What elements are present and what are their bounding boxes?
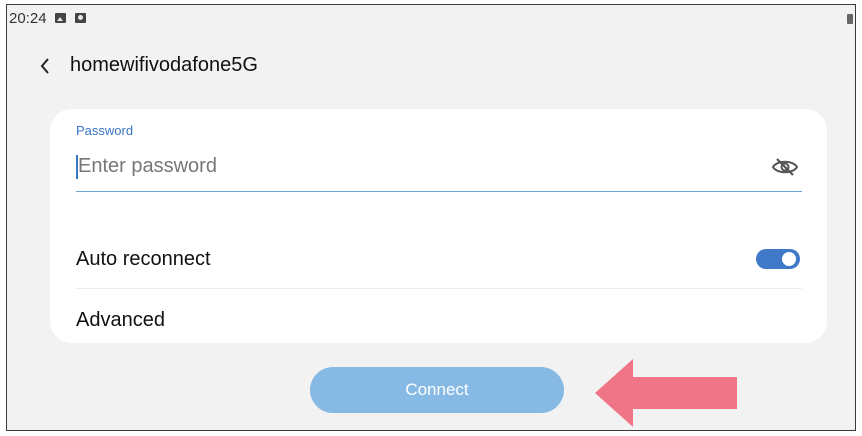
password-field[interactable] (76, 145, 802, 192)
screen-record-icon (75, 13, 86, 23)
password-visibility-toggle[interactable] (770, 155, 800, 179)
password-input[interactable] (78, 151, 718, 181)
eye-off-icon (771, 158, 799, 176)
device-screen: 20:24 homewifivodafone5G Password Auto r… (6, 4, 856, 431)
status-time: 20:24 (9, 10, 47, 27)
auto-reconnect-toggle[interactable] (756, 249, 800, 269)
battery-icon (847, 14, 853, 24)
chevron-left-icon (40, 58, 49, 74)
connect-button[interactable]: Connect (310, 367, 564, 413)
back-button[interactable] (33, 53, 57, 79)
annotation-arrow-icon (595, 359, 737, 427)
settings-card: Password Auto reconnect Advanced (50, 109, 827, 343)
header: homewifivodafone5G (7, 51, 855, 83)
advanced-label: Advanced (76, 308, 165, 331)
auto-reconnect-label: Auto reconnect (76, 247, 211, 270)
password-label: Password (76, 123, 134, 138)
auto-reconnect-row[interactable]: Auto reconnect (76, 231, 802, 287)
gallery-icon (55, 13, 66, 23)
network-title: homewifivodafone5G (70, 54, 258, 76)
status-bar: 20:24 (7, 5, 855, 31)
toggle-knob (780, 250, 798, 268)
advanced-row[interactable]: Advanced (76, 292, 802, 348)
divider (76, 288, 802, 289)
